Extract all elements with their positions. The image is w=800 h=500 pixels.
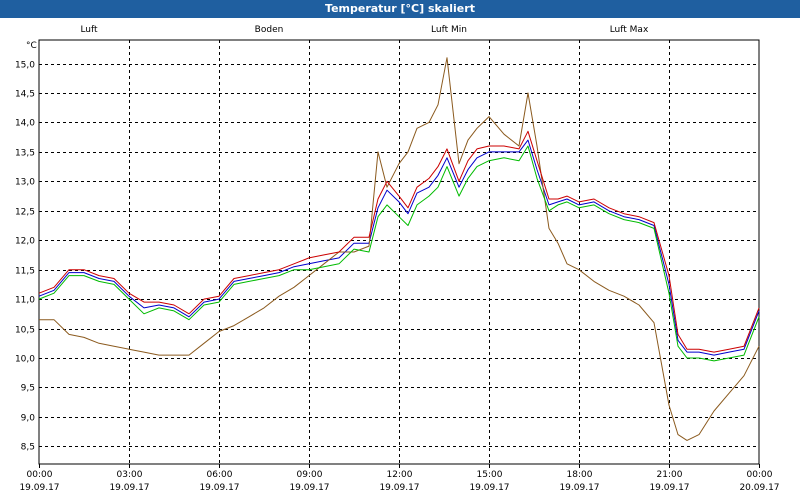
x-tick-date: 19.09.17 [199,483,239,493]
x-tick-date: 19.09.17 [289,483,329,493]
x-tick-date: 20.09.17 [739,483,779,493]
x-tick-time: 00:00 [747,470,773,480]
x-tick-time: 18:00 [567,470,593,480]
x-tick-time: 15:00 [477,470,503,480]
x-tick-date: 19.09.17 [109,483,149,493]
y-tick-label: 8,5 [21,443,35,453]
y-tick-label: 13,0 [15,178,35,188]
window-title: Temperatur [°C] skaliert [0,0,800,18]
x-tick-date: 19.09.17 [19,483,59,493]
y-axis-unit: °C [26,41,37,51]
y-tick-label: 11,5 [15,267,35,277]
y-tick-label: 11,0 [15,296,35,306]
legend-label-luft: Luft [80,25,98,35]
legend-label-luft-max: Luft Max [610,25,649,35]
x-tick-time: 12:00 [387,470,413,480]
x-tick-time: 03:00 [117,470,143,480]
chart-window: Temperatur [°C] skaliert Luft Boden Luft M… [0,0,800,500]
y-tick-label: 14,0 [15,119,35,129]
x-tick-time: 21:00 [657,470,683,480]
temperature-chart: Luft Boden Luft Min Luft Max 8,5 9,0 9,5 10,0 1… [15,25,780,493]
x-tick-date: 19.09.17 [649,483,689,493]
x-tick-time: 09:00 [297,470,323,480]
x-tick-time: 06:00 [207,470,233,480]
y-tick-label: 15,0 [15,61,35,71]
y-tick-label: 10,5 [15,326,35,336]
y-tick-label: 13,5 [15,149,35,159]
x-tick-date: 19.09.17 [559,483,599,493]
y-tick-label: 14,5 [15,90,35,100]
y-tick-label: 12,5 [15,208,35,218]
x-tick-date: 19.09.17 [469,483,509,493]
legend-label-luft-min: Luft Min [431,25,467,35]
y-tick-label: 12,0 [15,237,35,247]
x-tick-date: 19.09.17 [379,483,419,493]
legend-label-boden: Boden [255,25,284,35]
y-tick-label: 10,0 [15,355,35,365]
y-tick-label: 9,5 [21,384,35,394]
x-tick-time: 00:00 [27,470,53,480]
y-tick-label: 9,0 [21,414,36,424]
